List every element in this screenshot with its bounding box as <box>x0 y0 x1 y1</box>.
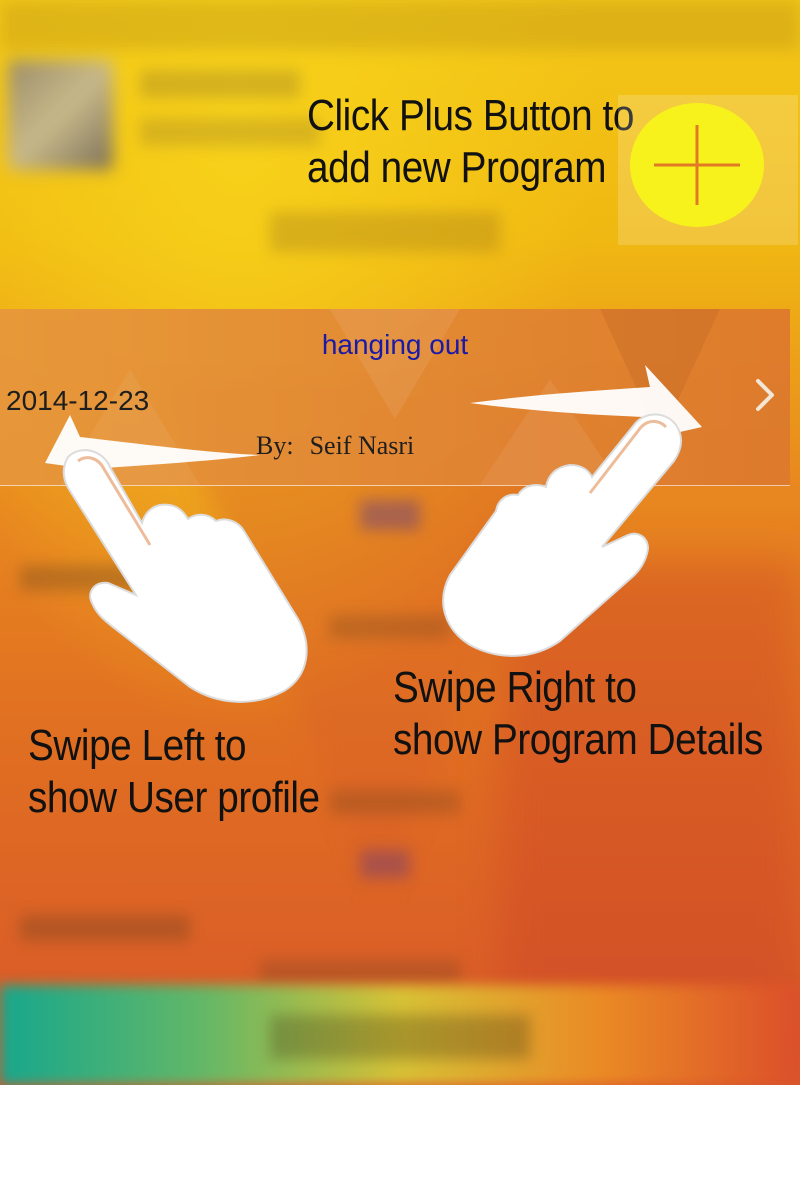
plus-icon <box>654 125 740 205</box>
status-bar <box>0 0 800 50</box>
swipe-right-hint-text: Swipe Right to show Program Details <box>393 663 763 764</box>
plus-hint-text: Click Plus Button to add new Program <box>307 91 634 192</box>
swipe-left-hint-text: Swipe Left to show User profile <box>28 721 320 822</box>
add-program-button[interactable] <box>630 103 764 227</box>
swipe-left-hand-icon <box>45 415 308 703</box>
program-title: hanging out <box>321 329 469 360</box>
swipe-right-hand-icon <box>442 365 702 657</box>
chevron-right-icon[interactable] <box>750 375 780 415</box>
avatar <box>8 60 113 170</box>
